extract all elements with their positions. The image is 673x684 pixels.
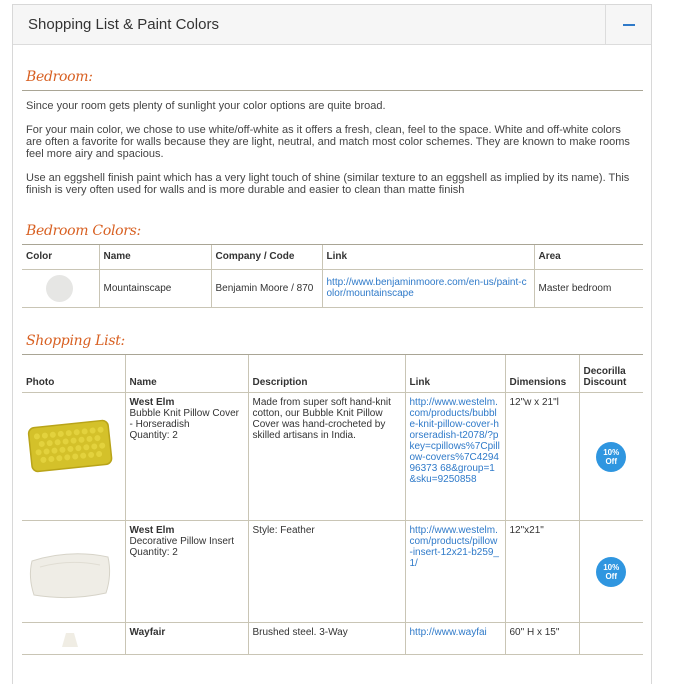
color-area: Master bedroom	[533, 269, 643, 308]
column-header: Name	[98, 245, 212, 270]
item-name-cell: West Elm Decorative Pillow Insert Quanti…	[124, 520, 249, 623]
panel-header: Shopping List & Paint Colors	[13, 5, 651, 45]
discount-percent: 10%	[603, 562, 620, 572]
column-header: Decorilla Discount	[578, 354, 643, 393]
discount-cell	[578, 622, 643, 655]
item-brand: West Elm	[129, 525, 175, 536]
shopping-table: Photo Name Description Link Dimensions D…	[22, 354, 643, 655]
collapse-button[interactable]	[605, 5, 651, 45]
item-dimensions: 12"w x 21"l	[504, 392, 580, 521]
color-link[interactable]: http://www.benjaminmoore.com/en-us/paint…	[327, 277, 527, 299]
colors-table: Color Name Company / Code Link Area Moun…	[22, 245, 643, 308]
discount-percent: 10%	[603, 447, 620, 457]
table-header-row: Color Name Company / Code Link Area	[22, 245, 643, 270]
discount-badge: 10% Off	[596, 441, 627, 472]
table-row: Mountainscape Benjamin Moore / 870 http:…	[22, 269, 643, 308]
item-description: Made from super soft hand-knit cotton, o…	[247, 392, 406, 521]
column-header: Link	[404, 354, 506, 393]
panel-content: Bedroom: Since your room gets plenty of …	[13, 69, 651, 655]
discount-badge: 10% Off	[596, 556, 627, 587]
discount-cell: 10% Off	[578, 392, 643, 521]
photo-cell	[22, 392, 126, 521]
discount-cell: 10% Off	[578, 520, 643, 623]
item-name-cell: West Elm Bubble Knit Pillow Cover - Hors…	[124, 392, 249, 521]
item-product: Decorative Pillow Insert	[129, 536, 234, 547]
shopping-list-heading: Shopping List:	[22, 333, 643, 355]
color-company: Benjamin Moore / 870	[210, 269, 323, 308]
bedroom-paragraph: Use an eggshell finish paint which has a…	[26, 172, 630, 196]
shopping-list-panel: Shopping List & Paint Colors Bedroom: Si…	[12, 4, 652, 684]
column-header: Area	[533, 245, 643, 270]
minus-icon	[622, 24, 635, 26]
item-link[interactable]: http://www.westelm.com/products/bubble-k…	[410, 397, 500, 485]
lamp-image	[62, 633, 78, 647]
bedroom-colors-heading: Bedroom Colors:	[22, 223, 643, 245]
photo-cell	[22, 622, 126, 655]
item-brand: West Elm	[129, 397, 175, 408]
column-header: Dimensions	[504, 354, 580, 393]
item-dimensions: 12"x21"	[504, 520, 580, 623]
item-link-cell: http://www.westelm.com/products/pillow-i…	[404, 520, 506, 623]
photo-cell	[22, 520, 126, 623]
column-header: Name	[124, 354, 249, 393]
bedroom-heading: Bedroom:	[22, 69, 643, 91]
item-dimensions: 60" H x 15"	[504, 622, 580, 655]
item-quantity: Quantity: 2	[129, 547, 178, 558]
table-row: West Elm Decorative Pillow Insert Quanti…	[22, 520, 643, 623]
color-name: Mountainscape	[98, 269, 212, 308]
item-description: Style: Feather	[247, 520, 406, 623]
discount-word: Off	[605, 571, 618, 581]
item-brand: Wayfair	[129, 627, 166, 638]
color-swatch-cell	[22, 269, 100, 308]
discount-word: Off	[605, 456, 618, 466]
yellow-knit-pillow-image	[26, 399, 114, 487]
item-link-cell: http://www.westelm.com/products/bubble-k…	[404, 392, 506, 521]
column-header: Description	[247, 354, 406, 393]
table-row: West Elm Bubble Knit Pillow Cover - Hors…	[22, 392, 643, 521]
column-header: Link	[321, 245, 535, 270]
table-header-row: Photo Name Description Link Dimensions D…	[22, 354, 643, 393]
panel-title: Shopping List & Paint Colors	[28, 16, 219, 33]
color-swatch	[46, 274, 73, 302]
column-header: Company / Code	[210, 245, 323, 270]
bedroom-paragraph: Since your room gets plenty of sunlight …	[26, 100, 386, 112]
item-link-cell: http://www.wayfai	[404, 622, 506, 655]
item-name-cell: Wayfair	[124, 622, 249, 655]
table-row: Wayfair Brushed steel. 3-Way http://www.…	[22, 622, 643, 655]
item-link[interactable]: http://www.wayfai	[410, 627, 487, 638]
column-header: Photo	[22, 354, 126, 393]
color-link-cell: http://www.benjaminmoore.com/en-us/paint…	[321, 269, 535, 308]
item-product: Bubble Knit Pillow Cover - Horseradish	[129, 408, 240, 430]
bedroom-paragraph: For your main color, we chose to use whi…	[26, 124, 630, 160]
item-quantity: Quantity: 2	[129, 430, 178, 441]
item-link[interactable]: http://www.westelm.com/products/pillow-i…	[410, 525, 500, 569]
white-pillow-insert-image	[26, 527, 114, 615]
item-description: Brushed steel. 3-Way	[247, 622, 406, 655]
column-header: Color	[22, 245, 100, 270]
